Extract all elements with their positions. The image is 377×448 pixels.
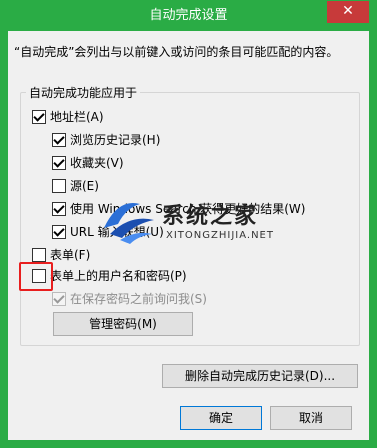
window-title: 自动完成设置 [149,8,228,23]
group-legend: 自动完成功能应用于 [26,84,141,101]
close-button[interactable]: ✕ [327,1,369,23]
checkbox-address-bar[interactable]: 地址栏(A) [32,108,104,126]
checkbox-windows-search[interactable]: 使用 Windows Search 获得更好的结果(W) [52,200,305,218]
checkbox-form-credentials[interactable]: 表单上的用户名和密码(P) [32,267,187,285]
window-border-right [369,31,377,440]
checkbox-box[interactable] [52,178,66,193]
checkbox-label: 表单(F) [50,248,91,262]
checkbox-label: 在保存密码之前询问我(S) [70,292,207,306]
checkbox-box[interactable] [52,224,66,239]
checkbox-ask-before-save[interactable]: 在保存密码之前询问我(S) [52,290,207,308]
window-border-left [0,31,8,440]
checkbox-box[interactable] [32,247,46,262]
checkbox-box[interactable] [32,109,46,124]
checkbox-label: 源(E) [70,179,99,193]
checkbox-label: 使用 Windows Search 获得更好的结果(W) [70,202,306,216]
checkbox-box[interactable] [52,155,66,170]
checkbox-box[interactable] [52,201,66,216]
cancel-button[interactable]: 取消 [270,406,352,430]
checkbox-feeds[interactable]: 源(E) [52,177,99,195]
checkbox-label: 地址栏(A) [50,110,104,124]
checkbox-label: 浏览历史记录(H) [70,133,161,147]
checkbox-label: URL 输入联想(U) [70,225,164,239]
autocomplete-settings-window: 自动完成设置 ✕ “自动完成”会列出与以前键入或访问的条目可能匹配的内容。 自动… [0,0,377,448]
checkbox-favorites[interactable]: 收藏夹(V) [52,154,124,172]
highlight-box [19,262,53,291]
ok-button[interactable]: 确定 [180,406,262,430]
manage-passwords-button[interactable]: 管理密码(M) [53,312,193,336]
checkbox-box[interactable] [52,132,66,147]
checkbox-browsing-history[interactable]: 浏览历史记录(H) [52,131,160,149]
checkbox-label: 收藏夹(V) [70,156,124,170]
checkbox-url-suggestions[interactable]: URL 输入联想(U) [52,223,164,241]
window-border-bottom [0,440,377,448]
delete-history-button[interactable]: 删除自动完成历史记录(D)... [162,364,358,388]
checkbox-label: 表单上的用户名和密码(P) [50,269,187,283]
description-text: “自动完成”会列出与以前键入或访问的条目可能匹配的内容。 [14,45,339,59]
checkbox-box[interactable] [52,291,66,306]
close-icon: ✕ [342,3,354,19]
